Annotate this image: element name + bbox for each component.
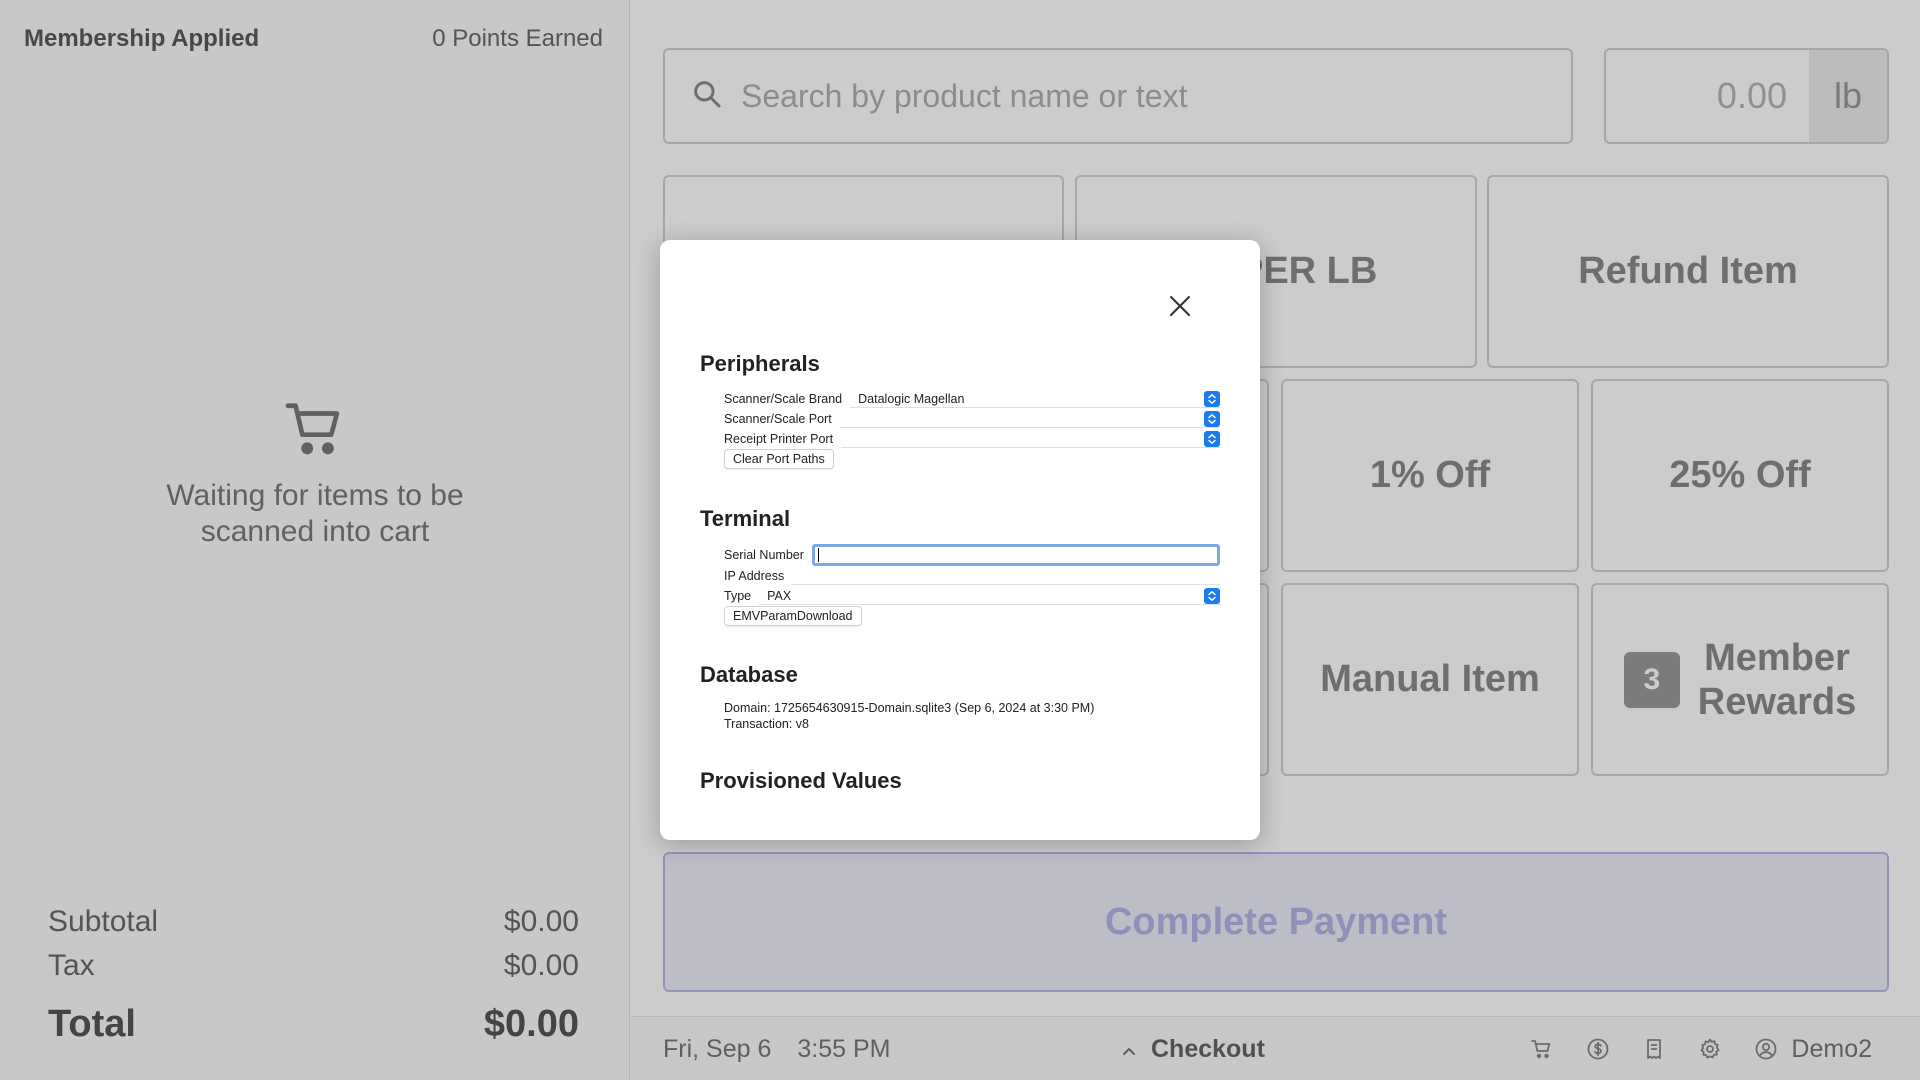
- scanner-port-select[interactable]: [839, 410, 1220, 428]
- select-arrows-icon: [1204, 587, 1220, 604]
- database-title: Database: [700, 662, 798, 687]
- scanner-brand-value: Datalogic Magellan: [858, 391, 965, 406]
- scanner-brand-row: Scanner/Scale Brand Datalogic Magellan: [724, 390, 1220, 408]
- ip-address-label: IP Address: [724, 569, 785, 583]
- emv-param-download-label: EMVParamDownload: [733, 609, 853, 623]
- select-arrows-icon: [1204, 410, 1220, 427]
- terminal-title: Terminal: [700, 506, 791, 531]
- terminal-type-value: PAX: [767, 588, 792, 603]
- terminal-type-label: Type: [724, 589, 752, 603]
- database-transaction: Transaction: v8: [724, 717, 809, 731]
- serial-number-input[interactable]: [811, 544, 1220, 566]
- ip-address-input[interactable]: [792, 567, 1220, 585]
- terminal-type-select[interactable]: PAX: [759, 587, 1220, 605]
- ip-address-row: IP Address: [724, 567, 1220, 585]
- scanner-port-row: Scanner/Scale Port: [724, 410, 1220, 428]
- scanner-brand-select[interactable]: Datalogic Magellan: [850, 390, 1220, 408]
- clear-port-paths-label: Clear Port Paths: [733, 452, 825, 466]
- settings-modal: Peripherals Scanner/Scale Brand Datalogi…: [660, 240, 1260, 840]
- emv-param-download-button[interactable]: EMVParamDownload: [724, 606, 862, 626]
- serial-number-row: Serial Number: [724, 543, 1220, 567]
- close-button[interactable]: [1168, 294, 1192, 318]
- database-domain: Domain: 1725654630915-Domain.sqlite3 (Se…: [724, 701, 1095, 715]
- close-icon: [1168, 296, 1192, 322]
- peripherals-title: Peripherals: [700, 351, 820, 376]
- serial-number-label: Serial Number: [724, 548, 804, 562]
- text-caret: [817, 548, 820, 562]
- printer-port-row: Receipt Printer Port: [724, 430, 1220, 448]
- printer-port-select[interactable]: [841, 430, 1220, 448]
- printer-port-label: Receipt Printer Port: [724, 432, 834, 446]
- select-arrows-icon: [1204, 390, 1220, 407]
- provisioned-values-title: Provisioned Values: [700, 768, 902, 793]
- terminal-type-row: Type PAX: [724, 587, 1220, 605]
- scanner-brand-label: Scanner/Scale Brand: [724, 392, 843, 406]
- select-arrows-icon: [1204, 430, 1220, 447]
- clear-port-paths-button[interactable]: Clear Port Paths: [724, 449, 834, 469]
- scanner-port-label: Scanner/Scale Port: [724, 412, 832, 426]
